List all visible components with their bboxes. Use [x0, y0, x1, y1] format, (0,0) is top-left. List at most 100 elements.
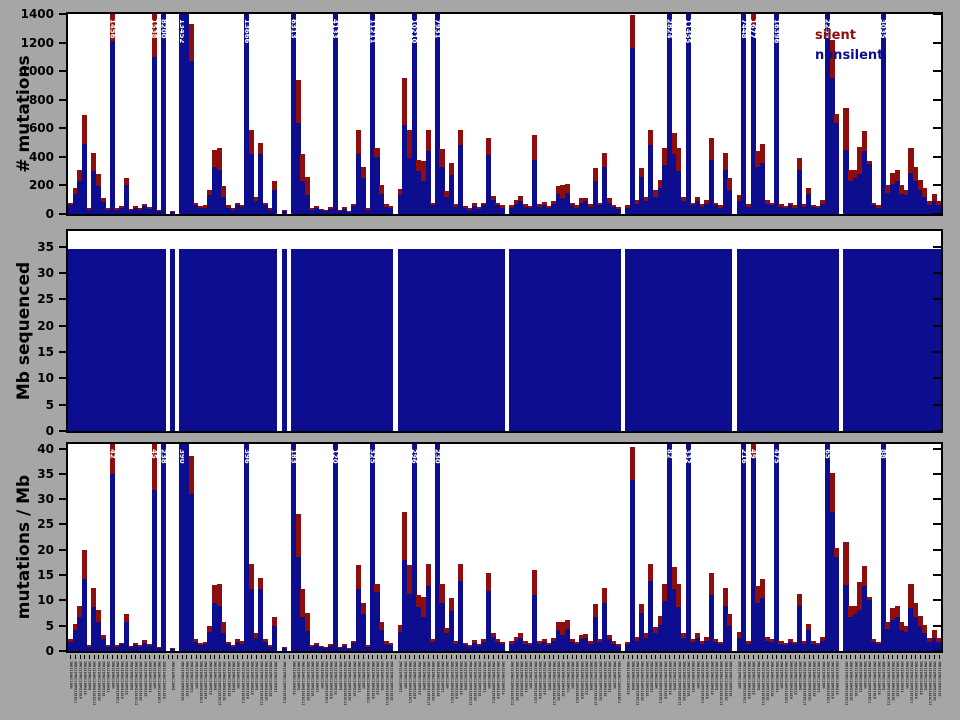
sample-id-label: IM01I1M0I1I0MI	[380, 661, 384, 691]
mutation-bar-silent	[170, 648, 175, 649]
sample-id-label: IM01I1M0I1I0MI10I0I	[890, 661, 894, 701]
sample-id-label: IM01I1M0I1I0MI10	[459, 661, 463, 695]
x-tick	[609, 655, 610, 659]
mutation-bar-silent	[361, 167, 366, 178]
x-tick	[131, 655, 132, 659]
y-tick-right	[933, 377, 941, 379]
sample-id-label: IM01I1M0I1I0MI10I0I	[514, 661, 518, 701]
clipped-bar-value-label: 82	[666, 449, 673, 459]
sample-id-label: IM01I1M0I1I0MI10I0	[78, 661, 82, 699]
sample-id-label: IM01I1M0I1I0MI10I	[352, 661, 356, 697]
sample-id-label: IM01I1M0I1I0MI10I0I1	[909, 661, 913, 703]
y-tick-right	[933, 351, 941, 353]
sample-id-label: IM01I1M0I1I0M	[904, 661, 908, 688]
sample-id-label: IM01I1M0I1I0MI1	[774, 661, 778, 693]
sample-id-label: IM01I1M0I1I0MI10I0I1I	[468, 661, 472, 705]
mutation-bar-nonsilent	[727, 190, 732, 214]
x-tick	[228, 655, 229, 659]
x-tick	[837, 655, 838, 659]
mutation-bar-silent	[439, 584, 444, 602]
sample-id-label: IM01I1M0I1I0MI	[547, 661, 551, 691]
clipped-bar-value-label: 120	[331, 449, 338, 464]
sample-id-label: IM01I1M0I1I0MI	[589, 661, 593, 691]
sample-id-label: IM01I1M0I1I0MI10I0I1	[658, 661, 662, 703]
y-tick-right	[933, 448, 941, 450]
mutation-bar-silent	[101, 635, 106, 639]
sample-id-label: IM01I1M0I1I0MI10	[291, 661, 295, 695]
y-tick-right	[933, 523, 941, 525]
mutation-bar-silent	[806, 624, 811, 631]
sample-id-label: IM01I1M0I1I0M	[737, 661, 741, 688]
clipped-bar-value-label: 238	[159, 449, 166, 464]
y-tick-right	[933, 325, 941, 327]
sample-id-label: IM01I1M0I1I0MI10I0	[872, 661, 876, 699]
y-tick-right	[933, 625, 941, 627]
mutation-bar-silent	[82, 550, 87, 579]
mutation-bar-silent	[607, 198, 612, 202]
x-tick	[121, 655, 122, 659]
x-tick	[874, 655, 875, 659]
mutation-bar-silent	[797, 594, 802, 606]
mutation-bar-silent	[542, 202, 547, 206]
x-tick	[70, 655, 71, 659]
mutation-bar-nonsilent	[161, 249, 166, 431]
mutation-bar-silent	[189, 456, 194, 494]
mutation-bar-silent	[374, 148, 379, 157]
sample-id-label: IM01I1M0I1I0MI1	[315, 661, 319, 693]
mutation-bar-silent	[936, 638, 941, 642]
mutation-bar-nonsilent	[161, 444, 166, 651]
y-tick-right	[933, 99, 941, 101]
x-tick	[883, 655, 884, 659]
y-tick-right	[933, 404, 941, 406]
sample-id-label: IM01I1M0I1I0MI10I	[770, 661, 774, 697]
x-tick	[809, 655, 810, 659]
x-tick	[665, 655, 666, 659]
x-tick	[159, 655, 160, 659]
x-tick	[827, 655, 828, 659]
y-tick-left	[59, 574, 67, 576]
x-tick	[841, 655, 842, 659]
sample-id-label: IM01I1M0I1I0MI10I	[226, 661, 230, 697]
y-tick-left	[59, 213, 67, 215]
y-tick-label: 25	[6, 517, 54, 531]
x-tick	[911, 655, 912, 659]
y-tick-label: 400	[6, 150, 54, 164]
sample-id-label: IM01I1M0I1I0MI10I0I1I	[677, 661, 681, 705]
mutation-bar-nonsilent	[834, 557, 839, 651]
x-tick	[89, 655, 90, 659]
x-tick	[386, 655, 387, 659]
sample-id-label: IM01I1M0I1I0MI10I0	[329, 661, 333, 699]
mutation-bar-silent	[583, 198, 588, 202]
sample-id-label: IM01I1M0I1I0MI10I0I1I	[719, 661, 723, 705]
x-tick	[372, 655, 373, 659]
y-tick-left	[59, 298, 67, 300]
x-tick	[377, 655, 378, 659]
sample-id-label: IM01I1M0I1I0MI10	[751, 661, 755, 695]
x-tick	[80, 655, 81, 659]
x-tick	[293, 655, 294, 659]
sample-id-label: IM01I1M0I1I0MI10I0I1	[533, 661, 537, 703]
x-tick	[405, 655, 406, 659]
x-tick	[623, 655, 624, 659]
y-tick-label: 20	[6, 319, 54, 333]
sample-id-label: IM01I1M0I1I0M	[152, 661, 156, 688]
mutation-bar-silent	[124, 614, 129, 622]
sample-id-label: IM01I1M0I1I0MI10I0I1I	[593, 661, 597, 705]
sample-id-label: IM01I1M0I1I0MI	[421, 661, 425, 691]
x-tick	[442, 655, 443, 659]
sample-id-label: IM01I1M0I1I0MI	[129, 661, 133, 691]
y-tick-left	[59, 377, 67, 379]
y-tick-label: 800	[6, 93, 54, 107]
sample-id-label: IM01I1M0I1I0MI	[630, 661, 634, 691]
mutation-bar-silent	[388, 643, 393, 645]
sample-id-label: IM01I1M0I1I0MI10I	[853, 661, 857, 697]
sample-id-label: IM01I1M0I1I0MI10I0I1	[825, 661, 829, 703]
sample-id-label: IM01I1M0I1I0MI10I0	[538, 661, 542, 699]
x-tick	[772, 655, 773, 659]
y-tick-left	[59, 70, 67, 72]
sample-id-label: IM01I1M0I1I0M	[821, 661, 825, 688]
x-tick	[381, 655, 382, 659]
y-tick-right	[933, 184, 941, 186]
x-tick	[516, 655, 517, 659]
clipped-bar-value-label: 7448	[740, 19, 747, 38]
